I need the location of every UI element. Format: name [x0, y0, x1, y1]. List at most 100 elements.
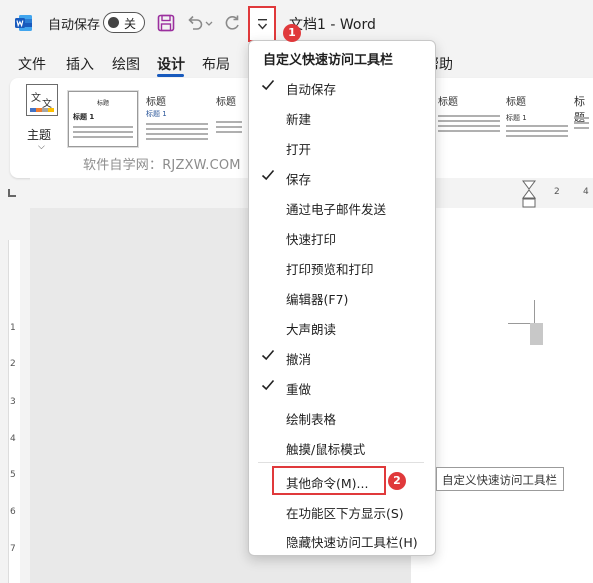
menu-item-label: 编辑器(F7)	[286, 292, 349, 307]
tab-layout[interactable]: 布局	[202, 54, 230, 74]
themes-icon: 文 文	[26, 84, 58, 116]
menu-item-open[interactable]: 打开	[248, 132, 434, 162]
margin-corner-mark	[534, 300, 535, 323]
style-thumb-title: 标题	[438, 97, 458, 108]
ruler-number: 2	[554, 187, 560, 197]
style-thumb-title: 标题	[96, 100, 109, 107]
checkmark-icon	[261, 379, 275, 391]
tab-insert[interactable]: 插入	[66, 54, 94, 74]
style-thumb-heading: 标题 1	[506, 114, 527, 122]
style-thumb-title: 标题	[216, 97, 236, 108]
ruler-number: 3	[10, 397, 16, 407]
menu-item-new[interactable]: 新建	[248, 102, 434, 132]
menu-item-quick-print[interactable]: 快速打印	[248, 222, 434, 252]
ruler-number: 1	[10, 323, 16, 333]
themes-label: 主题	[27, 128, 52, 142]
style-thumb-lines	[73, 126, 133, 141]
ruler-number: 7	[10, 544, 16, 554]
menu-item-label: 绘制表格	[286, 412, 337, 427]
autosave-label: 自动保存	[48, 18, 101, 33]
style-set-thumbnail[interactable]: 标题	[434, 91, 504, 147]
undo-dropdown-icon[interactable]	[204, 13, 214, 33]
more-commands-highlight	[272, 466, 386, 495]
step-badge-1: 1	[283, 24, 301, 42]
style-set-thumbnail[interactable]: 标题 标题 1	[142, 91, 212, 147]
style-thumb-lines	[438, 115, 500, 135]
menu-item-label: 新建	[286, 112, 312, 127]
menu-item-draw-table[interactable]: 绘制表格	[248, 402, 434, 432]
style-set-thumbnail[interactable]: 标题 标题 1	[68, 91, 138, 147]
vertical-ruler-strip	[8, 240, 20, 583]
style-set-thumbnail[interactable]: 标题	[570, 91, 593, 147]
autosave-toggle[interactable]: 关	[103, 12, 145, 33]
style-thumb-lines	[506, 125, 568, 140]
menu-item-label: 在功能区下方显示(S)	[286, 506, 404, 521]
style-thumb-lines	[146, 123, 208, 143]
menu-item-autosave[interactable]: 自动保存	[248, 72, 434, 102]
style-set-thumbnail[interactable]: 标题	[212, 91, 246, 147]
customize-qat-button[interactable]	[248, 6, 276, 42]
style-thumb-heading: 标题 1	[146, 110, 167, 118]
active-tab-indicator	[157, 74, 184, 77]
tooltip: 自定义快速访问工具栏	[436, 467, 564, 491]
style-thumb-heading: 标题 1	[73, 113, 95, 121]
document-page[interactable]	[411, 208, 593, 583]
text-cursor-block	[530, 323, 543, 345]
toggle-knob	[108, 16, 119, 28]
style-thumb-lines	[574, 117, 589, 132]
menu-item-label: 自动保存	[286, 82, 337, 97]
tab-draw[interactable]: 绘图	[112, 54, 140, 74]
style-thumb-title: 标题	[146, 97, 166, 108]
menu-item-read-aloud[interactable]: 大声朗读	[248, 312, 434, 342]
menu-item-label: 重做	[286, 382, 312, 397]
word-logo-icon	[15, 15, 32, 31]
document-title: 文档1 - Word	[289, 17, 376, 33]
checkmark-icon	[261, 79, 275, 91]
indent-marker-icon[interactable]	[522, 180, 536, 210]
menu-item-email[interactable]: 通过电子邮件发送	[248, 192, 434, 222]
themes-button[interactable]: 文 文 主题 ⌵	[24, 84, 60, 156]
watermark-text: 软件自学网：RJZXW.COM	[83, 158, 241, 173]
menu-item-label: 大声朗读	[286, 322, 337, 337]
undo-icon[interactable]	[185, 13, 205, 33]
menu-item-show-below-ribbon[interactable]: 在功能区下方显示(S)	[248, 496, 434, 526]
redo-icon[interactable]	[222, 13, 242, 33]
menu-item-label: 保存	[286, 172, 312, 187]
menu-item-label: 快速打印	[286, 232, 337, 247]
menu-header: 自定义快速访问工具栏	[263, 53, 394, 68]
style-thumb-lines	[216, 121, 242, 136]
tab-selector[interactable]	[8, 189, 16, 197]
theme-icon-text: 文	[31, 93, 41, 104]
step-badge-2: 2	[388, 472, 406, 490]
chevron-down-icon: ⌵	[38, 142, 45, 152]
menu-item-label: 打开	[286, 142, 312, 157]
menu-item-save[interactable]: 保存	[248, 162, 434, 192]
ruler-number: 5	[10, 470, 16, 480]
menu-item-redo[interactable]: 重做	[248, 372, 434, 402]
tab-file[interactable]: 文件	[18, 54, 46, 74]
checkmark-icon	[261, 349, 275, 361]
menu-item-label: 通过电子邮件发送	[286, 202, 387, 217]
style-thumb-title: 标题	[506, 97, 526, 108]
checkmark-icon	[261, 169, 275, 181]
ruler-number: 4	[583, 187, 589, 197]
style-set-thumbnail[interactable]: 标题 标题 1	[502, 91, 572, 147]
ruler-number: 4	[10, 434, 16, 444]
save-icon[interactable]	[156, 13, 176, 33]
autosave-toggle-state: 关	[124, 17, 137, 31]
menu-item-label: 触摸/鼠标模式	[286, 442, 366, 457]
menu-item-label: 隐藏快速访问工具栏(H)	[286, 535, 418, 550]
menu-item-editor[interactable]: 编辑器(F7)	[248, 282, 434, 312]
tab-design[interactable]: 设计	[157, 54, 185, 74]
theme-color-bar	[30, 108, 54, 112]
menu-item-undo[interactable]: 撤消	[248, 342, 434, 372]
menu-item-print-preview[interactable]: 打印预览和打印	[248, 252, 434, 282]
menu-item-label: 打印预览和打印	[286, 262, 374, 277]
menu-separator	[258, 462, 424, 463]
ruler-number: 6	[10, 507, 16, 517]
ruler-number: 2	[10, 359, 16, 369]
menu-item-hide-qat[interactable]: 隐藏快速访问工具栏(H)	[248, 525, 434, 555]
menu-item-label: 撤消	[286, 352, 312, 367]
customize-dropdown-icon	[257, 19, 268, 30]
menu-item-touch-mode[interactable]: 触摸/鼠标模式	[248, 432, 434, 462]
